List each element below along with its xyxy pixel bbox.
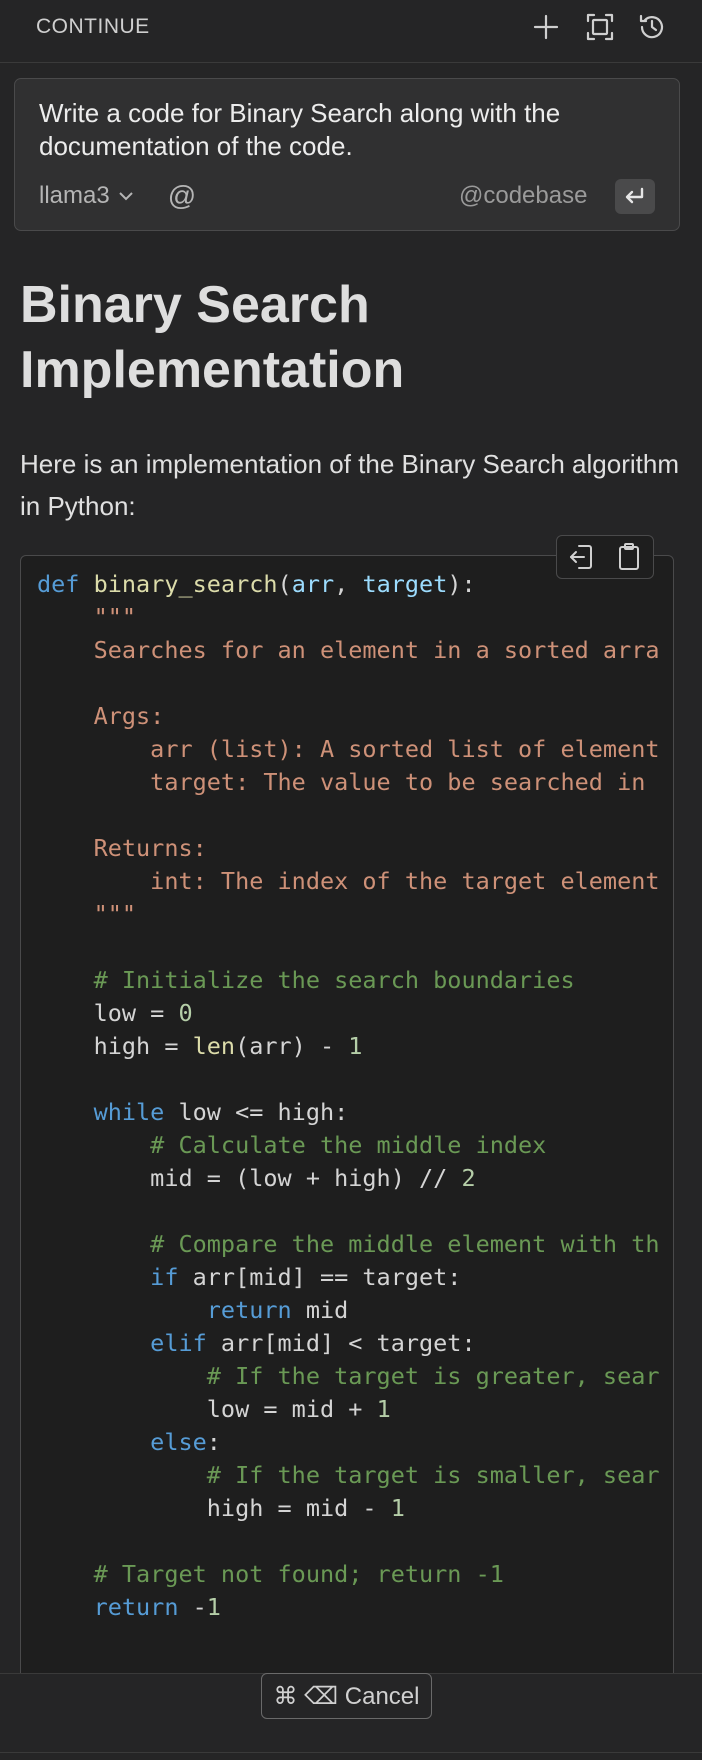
code-line: # Compare the middle element with th: [37, 1230, 660, 1258]
code-content: def binary_search(arr, target): """ Sear…: [37, 568, 660, 1624]
code-line: if arr[mid] == target:: [37, 1263, 462, 1291]
code-line: Returns:: [37, 834, 207, 862]
code-line: Searches for an element in a sorted arra: [37, 636, 660, 664]
code-line: Args:: [37, 702, 165, 730]
codebase-button[interactable]: @codebase: [459, 182, 587, 210]
model-selector[interactable]: llama3: [39, 179, 134, 213]
code-toolbar: [556, 535, 654, 579]
fullscreen-icon: [586, 13, 614, 41]
new-session-button[interactable]: [529, 10, 563, 44]
code-line: # If the target is greater, sear: [37, 1362, 660, 1390]
submit-button[interactable]: [615, 179, 655, 214]
cancel-label: ⌘ ⌫ Cancel: [273, 1682, 420, 1710]
code-line: target: The value to be searched in: [37, 768, 660, 796]
code-line: high = mid - 1: [37, 1494, 405, 1522]
response-heading: Binary Search Implementation: [20, 276, 405, 399]
code-line: elif arr[mid] < target:: [37, 1329, 476, 1357]
code-line: low = mid + 1: [37, 1395, 391, 1423]
insert-at-cursor-button[interactable]: [564, 540, 598, 574]
divider: [0, 1752, 702, 1753]
plus-icon: [533, 14, 559, 40]
history-button[interactable]: [635, 10, 669, 44]
response-intro: Here is an implementation of the Binary …: [20, 449, 679, 521]
prompt-text[interactable]: Write a code for Binary Search along wit…: [39, 97, 659, 163]
code-line: high = len(arr) - 1: [37, 1032, 363, 1060]
code-line: int: The index of the target element: [37, 867, 660, 895]
code-line: # Initialize the search boundaries: [37, 966, 575, 994]
code-line: return mid: [37, 1296, 349, 1324]
model-name: llama3: [39, 182, 110, 209]
code-block: def binary_search(arr, target): """ Sear…: [20, 555, 674, 1715]
enter-icon: [625, 187, 644, 203]
code-line: """: [37, 603, 137, 631]
chat-input-box[interactable]: Write a code for Binary Search along wit…: [14, 78, 680, 231]
copy-code-button[interactable]: [612, 540, 646, 574]
code-line: # Target not found; return -1: [37, 1560, 504, 1588]
app-title: CONTINUE: [36, 15, 150, 38]
fullscreen-button[interactable]: [583, 10, 617, 44]
history-icon: [639, 14, 664, 39]
code-line: while low <= high:: [37, 1098, 349, 1126]
mention-button[interactable]: @: [165, 179, 199, 213]
code-line: # If the target is smaller, sear: [37, 1461, 660, 1489]
insert-at-cursor-icon: [570, 545, 592, 569]
clipboard-icon: [619, 543, 639, 570]
code-line: arr (list): A sorted list of element: [37, 735, 660, 763]
code-line: low = 0: [37, 999, 193, 1027]
code-line: mid = (low + high) // 2: [37, 1164, 476, 1192]
chevron-down-icon: [118, 192, 133, 201]
cancel-button[interactable]: ⌘ ⌫ Cancel: [261, 1673, 432, 1719]
app-header: CONTINUE: [0, 0, 702, 63]
code-line: # Calculate the middle index: [37, 1131, 547, 1159]
code-line: else:: [37, 1428, 221, 1456]
code-line: return -1: [37, 1593, 221, 1621]
code-line: """: [37, 900, 137, 928]
